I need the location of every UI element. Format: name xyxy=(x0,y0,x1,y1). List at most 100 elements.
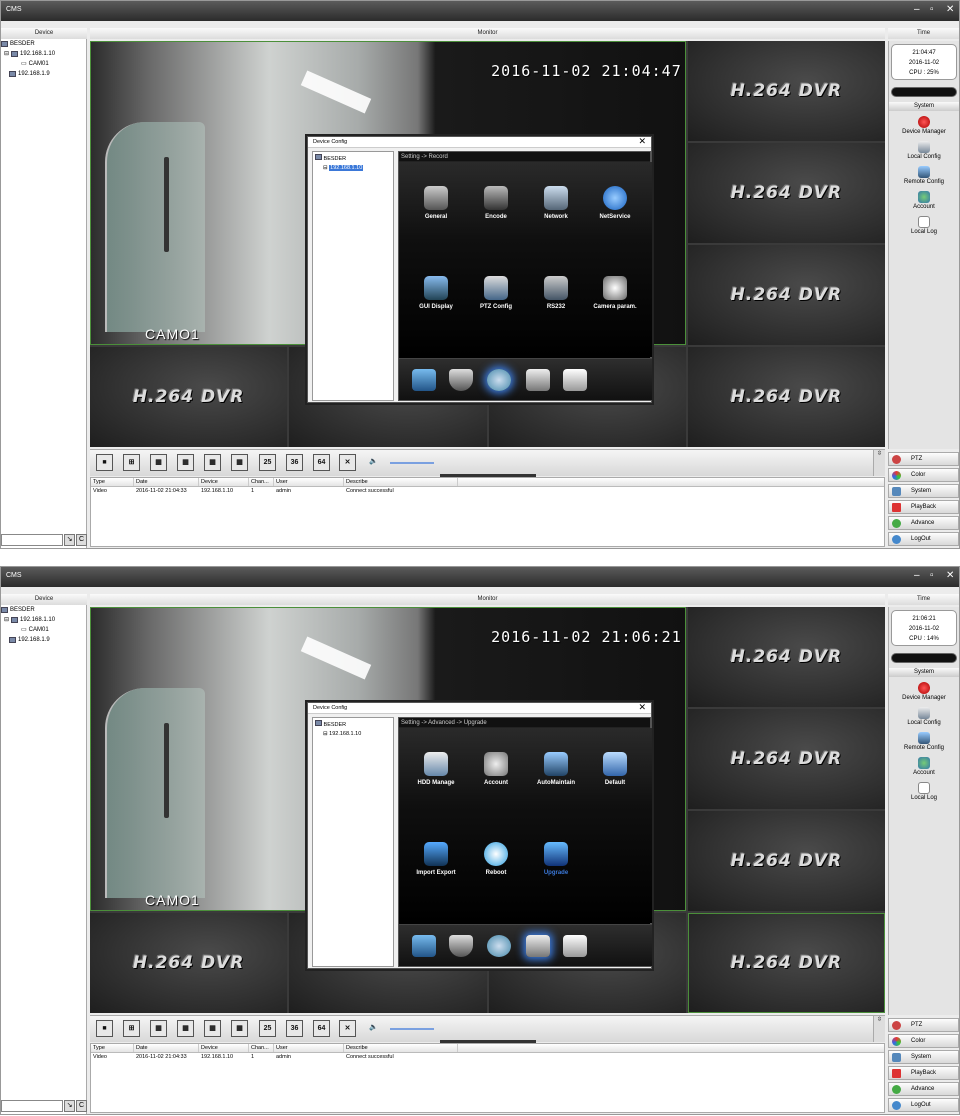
toolbar-scroll[interactable]: ⇳ xyxy=(873,1016,885,1042)
tree-item[interactable]: ⊟ 192.168.1.10 xyxy=(1,49,86,59)
reboot-item[interactable]: Reboot xyxy=(466,842,526,876)
video-tile[interactable]: H.264 DVR xyxy=(687,347,885,447)
color-button[interactable]: Color xyxy=(888,1034,959,1048)
system-button[interactable]: System xyxy=(888,1050,959,1064)
alarm-category-icon[interactable] xyxy=(449,935,473,957)
hdd-manage-item[interactable]: HDD Manage xyxy=(406,752,466,786)
advance-button[interactable]: Advance xyxy=(888,516,959,530)
system-button[interactable]: System xyxy=(888,484,959,498)
video-tile[interactable]: H.264 DVR xyxy=(687,41,885,141)
minimize-icon[interactable]: – xyxy=(914,4,920,15)
advanced-category-icon[interactable] xyxy=(526,369,550,391)
volume-slider[interactable] xyxy=(390,462,434,464)
local-config-button[interactable]: Local Config xyxy=(889,141,959,161)
import-export-item[interactable]: Import Export xyxy=(406,842,466,876)
record-category-icon[interactable] xyxy=(412,935,436,957)
tree-item[interactable]: ⊟ 192.168.1.10 xyxy=(315,730,391,739)
tree-item[interactable]: ▭ CAM01 xyxy=(1,625,86,635)
playback-button[interactable]: PlayBack xyxy=(888,1066,959,1080)
local-config-button[interactable]: Local Config xyxy=(889,707,959,727)
search-input[interactable] xyxy=(1,534,63,546)
search-icon[interactable]: ↘ xyxy=(64,534,75,546)
tree-item[interactable]: BESDER xyxy=(315,720,391,730)
layout-9-button[interactable]: ▦ xyxy=(177,454,194,471)
device-manager-button[interactable]: Device Manager xyxy=(889,682,959,702)
record-category-icon[interactable] xyxy=(412,369,436,391)
device-manager-button[interactable]: Device Manager xyxy=(889,116,959,136)
camera-param-item[interactable]: Camera param. xyxy=(585,276,645,310)
playback-button[interactable]: PlayBack xyxy=(888,500,959,514)
account-button[interactable]: Account xyxy=(889,191,959,211)
logout-button[interactable]: LogOut xyxy=(888,1098,959,1112)
video-tile[interactable]: H.264 DVR xyxy=(687,607,885,707)
layout-36-button[interactable]: 36 xyxy=(286,1020,303,1037)
col-type[interactable]: Type xyxy=(91,478,134,486)
layout-13-button[interactable]: ▦ xyxy=(204,454,221,471)
col-date[interactable]: Date xyxy=(134,1044,199,1052)
refresh-icon[interactable]: C xyxy=(76,1100,87,1112)
layout-1-button[interactable]: ■ xyxy=(96,1020,113,1037)
info-category-icon[interactable] xyxy=(563,935,587,957)
col-date[interactable]: Date xyxy=(134,478,199,486)
fullscreen-icon[interactable]: ✕ xyxy=(339,454,356,471)
gui-display-item[interactable]: GUI Display xyxy=(406,276,466,310)
layout-64-button[interactable]: 64 xyxy=(313,454,330,471)
layout-36-button[interactable]: 36 xyxy=(286,454,303,471)
restore-icon[interactable]: ▫ xyxy=(930,4,934,15)
local-log-button[interactable]: Local Log xyxy=(889,216,959,236)
col-device[interactable]: Device xyxy=(199,478,249,486)
video-tile[interactable]: H.264 DVR xyxy=(687,811,885,911)
tree-item[interactable]: BESDER xyxy=(1,605,86,615)
video-tile[interactable]: H.264 DVR xyxy=(90,347,288,447)
account-button[interactable]: Account xyxy=(889,757,959,777)
netservice-item[interactable]: NetService xyxy=(585,186,645,220)
layout-16-button[interactable]: ▦ xyxy=(231,1020,248,1037)
search-icon[interactable]: ↘ xyxy=(64,1100,75,1112)
automaintain-item[interactable]: AutoMaintain xyxy=(526,752,586,786)
rs232-item[interactable]: RS232 xyxy=(526,276,586,310)
col-describe[interactable]: Describe xyxy=(344,478,458,486)
info-category-icon[interactable] xyxy=(563,369,587,391)
close-icon[interactable]: ✕ xyxy=(946,570,954,581)
tree-item[interactable]: ⊟ 192.168.1.10 xyxy=(315,164,391,173)
search-input[interactable] xyxy=(1,1100,63,1112)
volume-slider[interactable] xyxy=(390,1028,434,1030)
layout-16-button[interactable]: ▦ xyxy=(231,454,248,471)
col-channel[interactable]: Chan... xyxy=(249,478,274,486)
system-category-icon[interactable] xyxy=(487,369,511,391)
advance-button[interactable]: Advance xyxy=(888,1082,959,1096)
toolbar-scroll[interactable]: ⇳ xyxy=(873,450,885,476)
network-item[interactable]: Network xyxy=(526,186,586,220)
layout-4-button[interactable]: ⊞ xyxy=(123,1020,140,1037)
layout-25-button[interactable]: 25 xyxy=(259,1020,276,1037)
tree-item[interactable]: 192.168.1.9 xyxy=(1,635,86,645)
col-device[interactable]: Device xyxy=(199,1044,249,1052)
layout-9-button[interactable]: ▦ xyxy=(177,1020,194,1037)
dialog-close-icon[interactable]: ✕ xyxy=(638,136,646,147)
table-row[interactable]: Video 2016-11-02 21:04:33 192.168.1.10 1… xyxy=(91,487,884,496)
minimize-icon[interactable]: – xyxy=(914,570,920,581)
mute-icon[interactable]: 🔈 xyxy=(365,1020,382,1037)
ptz-config-item[interactable]: PTZ Config xyxy=(466,276,526,310)
layout-64-button[interactable]: 64 xyxy=(313,1020,330,1037)
remote-config-button[interactable]: Remote Config xyxy=(889,732,959,752)
layout-25-button[interactable]: 25 xyxy=(259,454,276,471)
fullscreen-icon[interactable]: ✕ xyxy=(339,1020,356,1037)
tree-item[interactable]: ⊟ 192.168.1.10 xyxy=(1,615,86,625)
col-user[interactable]: User xyxy=(274,478,344,486)
close-icon[interactable]: ✕ xyxy=(946,4,954,15)
col-user[interactable]: User xyxy=(274,1044,344,1052)
general-item[interactable]: General xyxy=(406,186,466,220)
ptz-button[interactable]: PTZ xyxy=(888,452,959,466)
color-button[interactable]: Color xyxy=(888,468,959,482)
dialog-close-icon[interactable]: ✕ xyxy=(638,702,646,713)
encode-item[interactable]: Encode xyxy=(466,186,526,220)
layout-4-button[interactable]: ⊞ xyxy=(123,454,140,471)
alarm-category-icon[interactable] xyxy=(449,369,473,391)
default-item[interactable]: Default xyxy=(585,752,645,786)
tree-item[interactable]: BESDER xyxy=(315,154,391,164)
ptz-button[interactable]: PTZ xyxy=(888,1018,959,1032)
layout-6-button[interactable]: ▦ xyxy=(150,1020,167,1037)
mute-icon[interactable]: 🔈 xyxy=(365,454,382,471)
video-tile[interactable]: H.264 DVR xyxy=(90,913,288,1013)
